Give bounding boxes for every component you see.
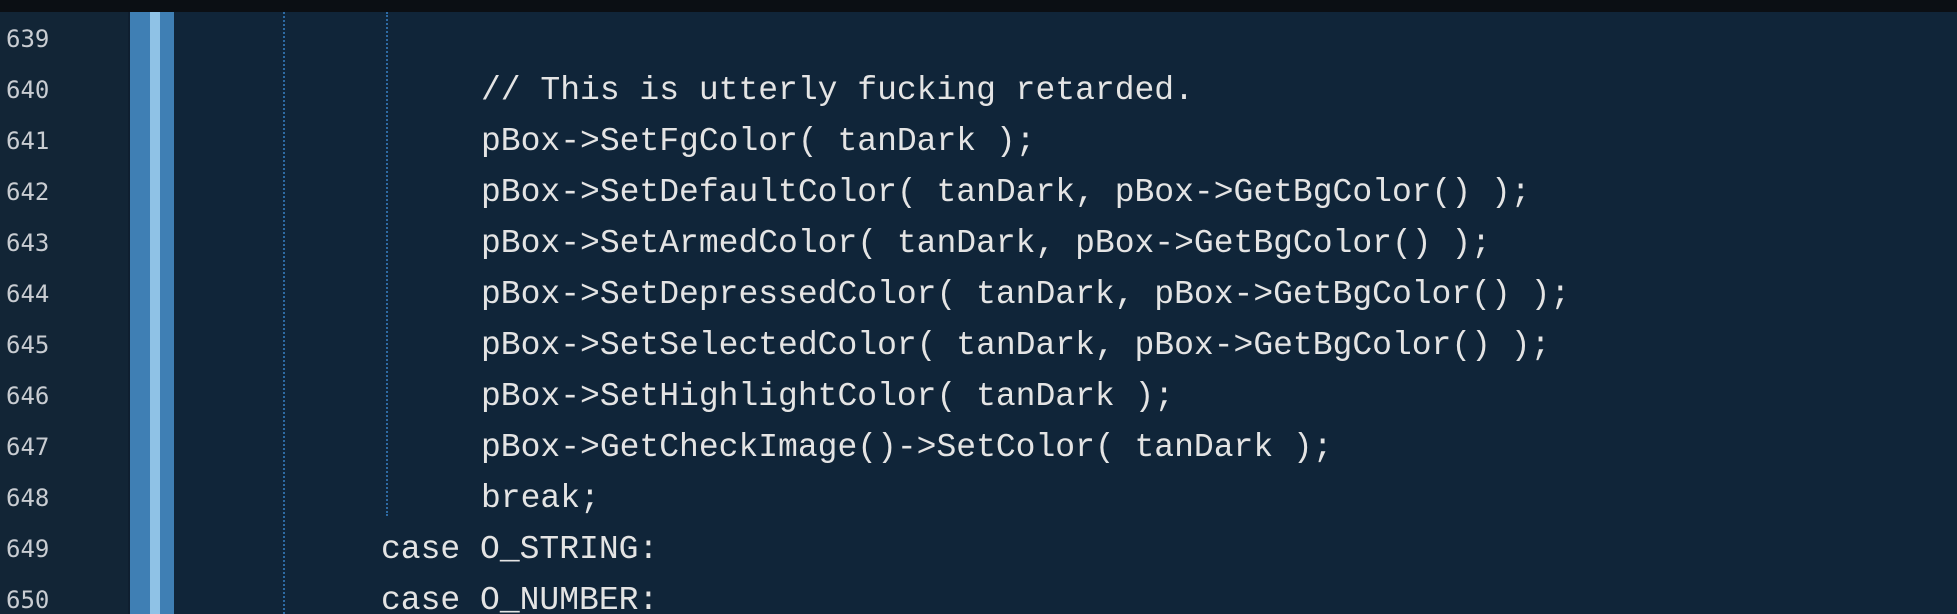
code-line[interactable]: pBox->SetDefaultColor( tanDark, pBox->Ge… xyxy=(481,167,1531,218)
code-line[interactable]: pBox->SetDepressedColor( tanDark, pBox->… xyxy=(481,269,1570,320)
line-number: 643 xyxy=(6,229,50,257)
indent-guide xyxy=(386,12,388,516)
line-number: 649 xyxy=(6,535,50,563)
line-number: 645 xyxy=(6,331,50,359)
code-line[interactable]: pBox->SetArmedColor( tanDark, pBox->GetB… xyxy=(481,218,1491,269)
code-editor[interactable]: 639 640 641 642 643 644 645 646 647 648 … xyxy=(0,0,1957,614)
line-number: 646 xyxy=(6,382,50,410)
line-number: 639 xyxy=(6,25,50,53)
change-indicator-highlight xyxy=(150,12,160,614)
code-comment-line[interactable]: // This is utterly fucking retarded. xyxy=(481,65,1194,116)
indent-guide xyxy=(283,12,285,614)
code-line[interactable]: pBox->SetFgColor( tanDark ); xyxy=(481,116,1036,167)
code-line[interactable]: case O_NUMBER: xyxy=(381,575,658,614)
line-number: 648 xyxy=(6,484,50,512)
code-line[interactable]: break; xyxy=(481,473,600,524)
code-line[interactable]: pBox->SetHighlightColor( tanDark ); xyxy=(481,371,1174,422)
code-line[interactable]: case O_STRING: xyxy=(381,524,658,575)
code-line[interactable]: pBox->SetSelectedColor( tanDark, pBox->G… xyxy=(481,320,1550,371)
line-number: 641 xyxy=(6,127,50,155)
editor-top-border xyxy=(0,0,1957,12)
line-number: 647 xyxy=(6,433,50,461)
line-number: 642 xyxy=(6,178,50,206)
line-number: 640 xyxy=(6,76,50,104)
line-number: 644 xyxy=(6,280,50,308)
line-number: 650 xyxy=(6,586,50,614)
code-line[interactable]: pBox->GetCheckImage()->SetColor( tanDark… xyxy=(481,422,1333,473)
